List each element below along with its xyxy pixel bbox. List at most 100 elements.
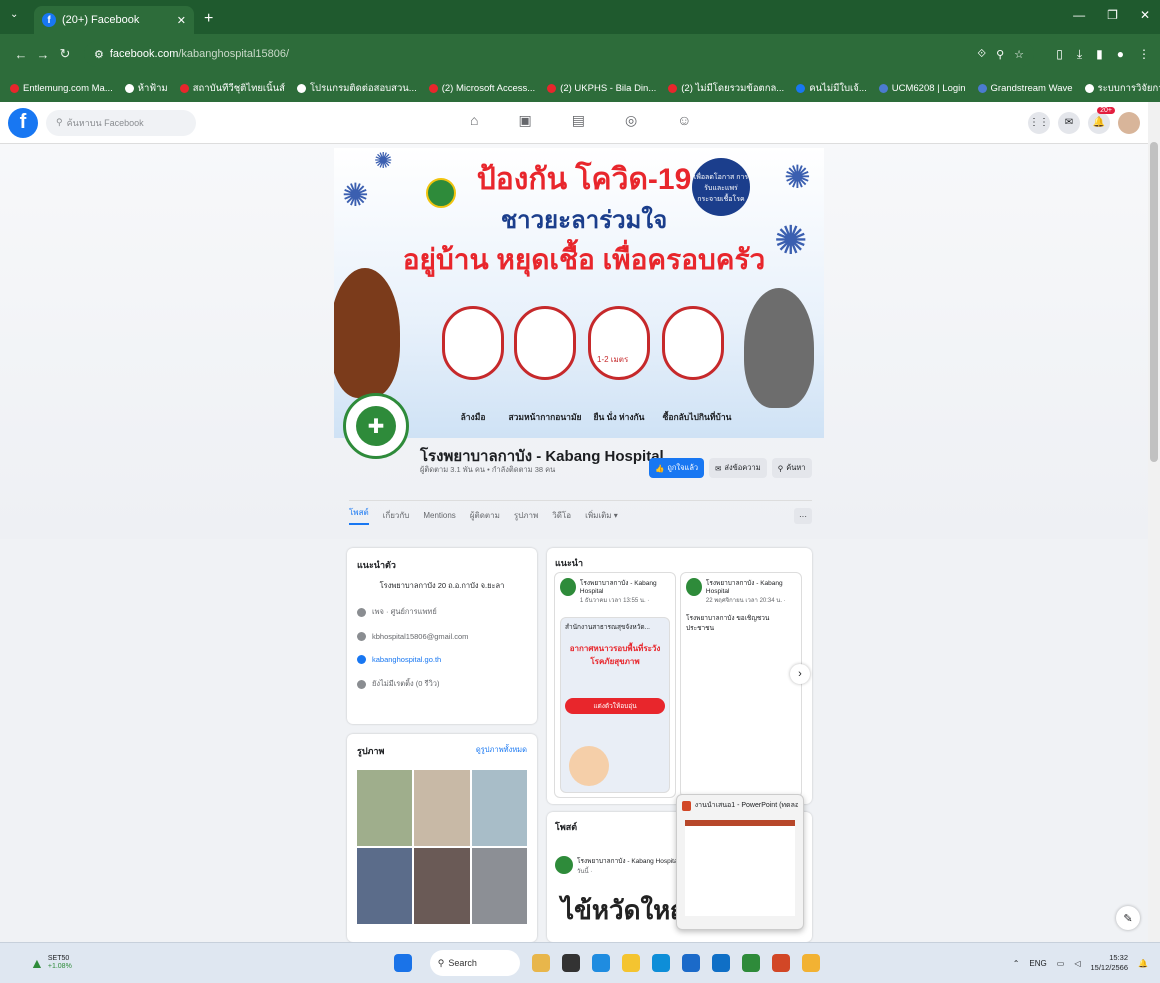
powerpoint-taskbar-icon[interactable] xyxy=(771,954,790,972)
clock[interactable]: 15:32 15/12/2566 xyxy=(1090,953,1128,973)
bookmark-item[interactable]: คนไม่มีใบเจ้... xyxy=(796,81,867,96)
gaming-icon[interactable]: ☺ xyxy=(677,112,691,129)
menu-grid-icon[interactable]: ⋮⋮ xyxy=(1028,111,1050,134)
edge-icon[interactable] xyxy=(591,954,610,972)
address-bar-row: ← → ↻ ⚙ facebook.com/kabanghospital15806… xyxy=(0,34,1160,74)
page-tab[interactable]: โพสต์ xyxy=(349,506,369,525)
taskbar-search[interactable]: ⚲ Search xyxy=(429,950,520,976)
cover-photo[interactable]: ✺ ✺ ✺ ✺ ป้องกัน โควิด-19 ชาวยะลาร่วมใจ อ… xyxy=(334,148,824,438)
notifications-bell-icon[interactable]: 🔔 xyxy=(1138,959,1148,968)
post-body: โรงพยาบาลกาบัง ขอเชิญชวนประชาชน xyxy=(686,615,770,632)
bookmark-item[interactable]: Grandstream Wave xyxy=(977,83,1073,94)
page-tab[interactable]: ผู้ติดตาม xyxy=(470,509,500,522)
bookmark-item[interactable]: สถาบันทีวีชุติไทยเนิ้นส์ xyxy=(179,81,285,96)
bookmark-item[interactable]: โปรแกรมติดต่อสอบสวน... xyxy=(296,81,417,96)
scrollbar-thumb[interactable] xyxy=(1150,142,1158,462)
messenger-icon[interactable]: ✉ xyxy=(1058,111,1080,134)
email-icon xyxy=(357,632,366,641)
photo-thumbnail[interactable] xyxy=(357,770,413,846)
facebook-search-input[interactable]: ⚲ ค้นหาบน Facebook xyxy=(46,109,196,136)
bookmark-item[interactable]: ห้าฟ้าม xyxy=(124,81,168,96)
profile-picture[interactable]: ✚ xyxy=(343,393,409,459)
download-icon[interactable]: ⤓ xyxy=(1077,47,1082,62)
shared-post[interactable]: สำนักงานสาธารณสุขจังหวัด... อากาศหนาวรอบ… xyxy=(560,617,670,793)
browser-menu-icon[interactable]: ⋮ xyxy=(1138,47,1150,62)
bookmark-item[interactable]: (2) UKPHS - Bila Din... xyxy=(547,83,656,94)
notifications-icon[interactable]: 🔔 20+ xyxy=(1088,106,1115,134)
zoom-icon[interactable]: ⚲ xyxy=(996,48,1004,61)
next-arrow-icon[interactable]: › xyxy=(790,664,810,684)
bookmark-item[interactable]: (2) ไม่มีโดยรวมข้อตกล... xyxy=(668,81,784,96)
extensions-icon[interactable]: ▯ xyxy=(1056,47,1063,62)
featured-post[interactable]: โรงพยาบาลกาบัง - Kabang Hospital 22 พฤศจิ… xyxy=(680,572,802,798)
bookmark-item[interactable]: Entlemung.com Ma... xyxy=(10,83,113,94)
file-explorer-icon[interactable] xyxy=(621,954,640,972)
page-stats[interactable]: ผู้ติดตาม 3.1 พัน คน • กำลังติดตาม 38 คน xyxy=(420,464,555,476)
tray-arrow-icon[interactable]: ⌃ xyxy=(1013,959,1020,968)
account-avatar[interactable] xyxy=(1118,111,1140,134)
message-button[interactable]: ✉ ส่งข้อความ xyxy=(709,458,767,478)
featured-post[interactable]: โรงพยาบาลกาบัง - Kabang Hospital 1 ธันวาค… xyxy=(554,572,676,798)
more-options-button[interactable]: ··· xyxy=(794,508,812,524)
bookmark-item[interactable]: (2) Microsoft Access... xyxy=(428,83,535,94)
tab-search-icon[interactable]: ⌄ xyxy=(10,9,18,20)
url-field[interactable]: ⚙ facebook.com/kabanghospital15806/ ⟐ ⚲ … xyxy=(84,41,1034,67)
new-tab-icon[interactable]: + xyxy=(204,10,213,28)
like-button-label: ถูกใจแล้ว xyxy=(667,463,699,472)
page-tab[interactable]: วิดีโอ xyxy=(552,509,571,522)
bookmark-star-icon[interactable]: ☆ xyxy=(1014,48,1024,61)
powerpoint-icon xyxy=(682,800,691,811)
video-icon[interactable]: ▣ xyxy=(518,112,531,129)
chrome-green-icon[interactable] xyxy=(741,954,760,972)
bookmark-item[interactable]: UCM6208 | Login xyxy=(878,83,966,94)
back-icon[interactable]: ← xyxy=(10,47,32,62)
page-scrollbar[interactable] xyxy=(1148,102,1160,942)
bookmark-label: โปรแกรมติดต่อสอบสวน... xyxy=(309,82,417,94)
translate-icon[interactable]: ⟐ xyxy=(977,48,986,61)
chrome-icon[interactable] xyxy=(801,954,820,972)
intro-row[interactable]: kbhospital15806@gmail.com xyxy=(357,632,527,641)
tab-close-icon[interactable]: ✕ xyxy=(177,14,186,27)
like-button[interactable]: 👍 ถูกใจแล้ว xyxy=(649,458,705,478)
facebook-logo-icon[interactable]: f xyxy=(8,107,38,138)
profile-avatar-icon[interactable]: ● xyxy=(1117,47,1124,62)
reload-icon[interactable]: ↻ xyxy=(54,46,76,62)
home-icon[interactable]: ⌂ xyxy=(470,112,478,129)
forward-icon[interactable]: → xyxy=(32,47,54,62)
page-tab[interactable]: รูปภาพ xyxy=(514,509,538,522)
site-info-icon[interactable]: ⚙ xyxy=(94,48,104,61)
restore-icon[interactable]: ❐ xyxy=(1107,8,1118,22)
photo-thumbnail[interactable] xyxy=(471,770,527,846)
widgets-icon[interactable] xyxy=(531,954,550,972)
sidepanel-icon[interactable]: ▮ xyxy=(1096,47,1103,62)
tab-facebook[interactable]: f (20+) Facebook ✕ xyxy=(34,6,194,34)
close-window-icon[interactable]: ✕ xyxy=(1140,8,1150,22)
volume-icon[interactable]: ◁ xyxy=(1074,959,1080,968)
page-tab[interactable]: เกี่ยวกับ xyxy=(383,509,410,522)
search-page-button[interactable]: ⚲ ค้นหา xyxy=(771,458,812,478)
intro-row[interactable]: kabanghospital.go.th xyxy=(357,655,527,664)
page-tab[interactable]: เพิ่มเติม ▾ xyxy=(585,509,618,522)
ms-edge-icon[interactable] xyxy=(651,954,670,972)
photo-thumbnail[interactable] xyxy=(414,848,470,924)
photo-thumbnail[interactable] xyxy=(471,848,527,924)
windows-start-icon[interactable] xyxy=(393,954,412,972)
new-message-icon[interactable]: ✎ xyxy=(1116,906,1140,930)
photo-thumbnail[interactable] xyxy=(357,848,413,924)
task-view-icon[interactable] xyxy=(561,954,580,972)
network-icon[interactable]: ▭ xyxy=(1057,959,1065,968)
store-icon[interactable] xyxy=(681,954,700,972)
page-tabs: โพสต์ เกี่ยวกับ Mentions ผู้ติดตาม รูปภาพ วิด… xyxy=(349,500,812,530)
taskbar-preview-popup[interactable]: งานนำเสนอ1 - PowerPoint (ทดลองใช้) xyxy=(676,794,804,930)
minimize-icon[interactable]: — xyxy=(1073,8,1085,22)
language-indicator[interactable]: ENG xyxy=(1029,959,1046,968)
photo-thumbnail[interactable] xyxy=(414,770,470,846)
page-tab[interactable]: Mentions xyxy=(423,511,455,520)
window-controls: — ❐ ✕ xyxy=(1073,8,1150,22)
bookmark-item[interactable]: ระบบการวิจัยการสอบสวน... xyxy=(1084,81,1160,96)
outlook-icon[interactable] xyxy=(711,954,730,972)
see-all-photos-link[interactable]: ดูรูปภาพทั้งหมด xyxy=(476,744,527,758)
marketplace-icon[interactable]: ▤ xyxy=(572,112,585,129)
stock-widget[interactable]: ▲ SET50 +1.08% xyxy=(0,955,72,972)
groups-icon[interactable]: ◎ xyxy=(625,112,637,129)
